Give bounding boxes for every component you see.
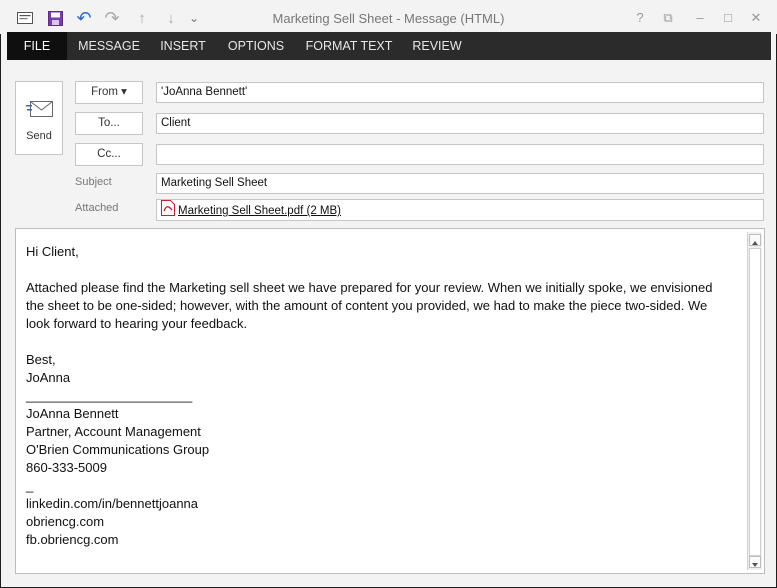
to-field[interactable]: Client bbox=[156, 113, 764, 134]
signature-facebook: fb.obriencg.com bbox=[26, 532, 119, 547]
subject-field[interactable]: Marketing Sell Sheet bbox=[156, 173, 764, 194]
scroll-down-icon[interactable] bbox=[749, 556, 761, 568]
tab-message[interactable]: MESSAGE bbox=[73, 32, 145, 60]
tab-file[interactable]: FILE bbox=[7, 32, 67, 60]
tab-options[interactable]: OPTIONS bbox=[221, 32, 291, 60]
message-body[interactable]: Hi Client, Attached please find the Mark… bbox=[15, 228, 765, 574]
help-icon[interactable]: ? bbox=[630, 9, 650, 27]
ribbon-tabs: FILE MESSAGE INSERT OPTIONS FORMAT TEXT … bbox=[7, 32, 771, 60]
subject-label: Subject bbox=[75, 176, 112, 188]
from-field[interactable]: 'JoAnna Bennett' bbox=[156, 82, 764, 103]
close-button[interactable]: ✕ bbox=[746, 9, 766, 27]
send-label: Send bbox=[26, 130, 52, 142]
minimize-button[interactable]: – bbox=[690, 9, 710, 27]
signature-linkedin: linkedin.com/in/bennettjoanna bbox=[26, 496, 199, 511]
tab-insert[interactable]: INSERT bbox=[153, 32, 213, 60]
maximize-button[interactable]: □ bbox=[718, 9, 738, 27]
title-bar: ↶ ↷ ↑ ↓ ⌄ Marketing Sell Sheet - Message… bbox=[0, 0, 777, 34]
signature-name: JoAnna Bennett bbox=[26, 406, 119, 421]
signature-company: O'Brien Communications Group bbox=[26, 442, 210, 457]
scroll-up-icon[interactable] bbox=[749, 234, 761, 246]
signature-dash: _ bbox=[26, 478, 34, 493]
message-text: Hi Client, Attached please find the Mark… bbox=[26, 243, 726, 549]
signature-phone: 860-333-5009 bbox=[26, 460, 107, 475]
attachment-link[interactable]: Marketing Sell Sheet.pdf (2 MB) bbox=[178, 205, 341, 217]
tab-format-text[interactable]: FORMAT TEXT bbox=[301, 32, 397, 60]
signature-title: Partner, Account Management bbox=[26, 424, 201, 439]
greeting: Hi Client, bbox=[26, 244, 79, 259]
tab-review[interactable]: REVIEW bbox=[407, 32, 467, 60]
sender-short-name: JoAnna bbox=[26, 370, 71, 385]
signature-divider: _______________________ bbox=[26, 388, 193, 403]
body-paragraph: Attached please find the Marketing sell … bbox=[26, 280, 713, 331]
scroll-thumb[interactable] bbox=[749, 248, 761, 556]
closing: Best, bbox=[26, 352, 56, 367]
from-button[interactable]: From ▾ bbox=[75, 81, 143, 104]
to-button[interactable]: To... bbox=[75, 112, 143, 135]
outlook-message-window: ↶ ↷ ↑ ↓ ⌄ Marketing Sell Sheet - Message… bbox=[0, 0, 777, 588]
vertical-scrollbar[interactable] bbox=[747, 232, 762, 570]
send-button[interactable]: Send bbox=[15, 81, 63, 155]
cc-field[interactable] bbox=[156, 144, 764, 165]
pdf-icon bbox=[161, 200, 175, 223]
attachments-field[interactable]: Marketing Sell Sheet.pdf (2 MB) bbox=[156, 199, 764, 221]
attached-label: Attached bbox=[75, 202, 119, 214]
send-envelope-icon bbox=[26, 100, 54, 123]
cc-button[interactable]: Cc... bbox=[75, 143, 143, 166]
ribbon-display-icon[interactable]: ⧉ bbox=[658, 9, 678, 27]
signature-website: obriencg.com bbox=[26, 514, 105, 529]
